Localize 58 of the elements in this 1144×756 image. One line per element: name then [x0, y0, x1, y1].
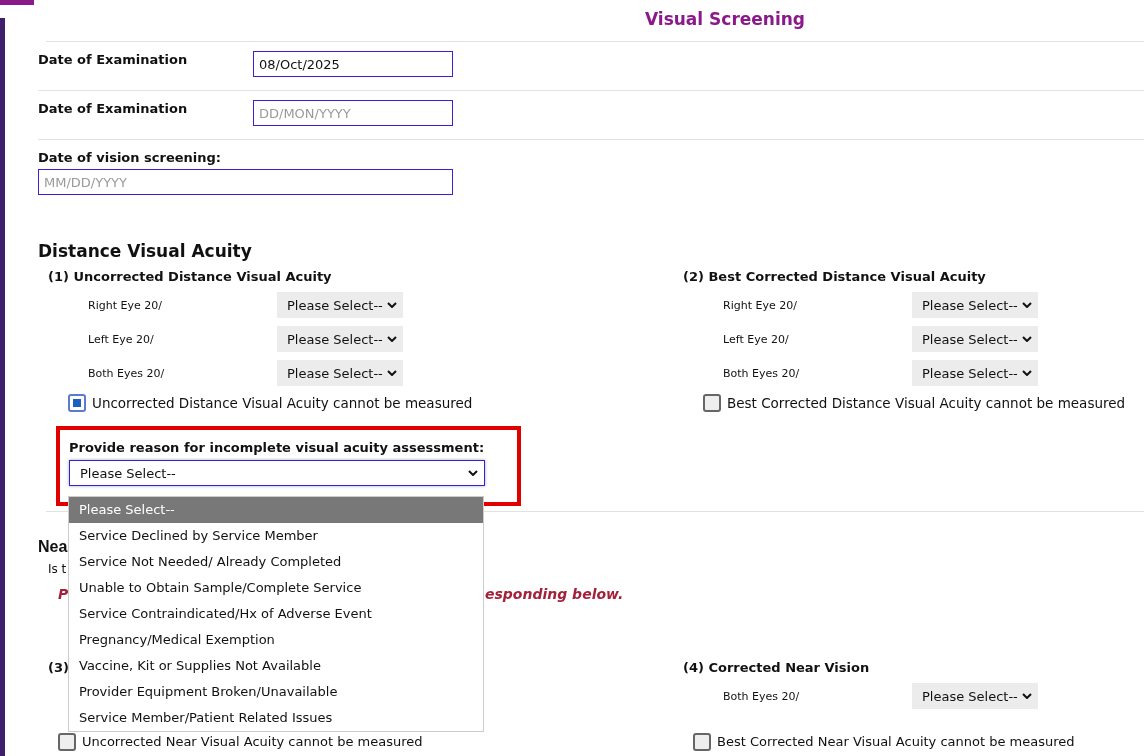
field-label: Date of vision screening:: [38, 150, 223, 165]
dropdown[interactable]: Please Select--: [277, 292, 403, 318]
dropdown-option[interactable]: Pregnancy/Medical Exemption: [69, 627, 483, 653]
dropdown[interactable]: Please Select--: [912, 683, 1038, 709]
checkbox[interactable]: [58, 733, 76, 751]
chevron-icon: [387, 370, 397, 376]
field-label: Date of Examination: [38, 100, 189, 118]
chevron-icon: [1022, 336, 1032, 342]
checkbox[interactable]: [703, 394, 721, 412]
section-subtitle: (2) Best Corrected Distance Visual Acuity: [683, 269, 986, 284]
chevron-icon: [468, 470, 478, 476]
checkbox[interactable]: [68, 394, 86, 412]
field-label: Right Eye 20/: [722, 298, 798, 312]
field-label: Both Eyes 20/: [722, 689, 801, 703]
date-field[interactable]: MM/DD/YYYY: [38, 169, 453, 195]
checkbox-label: Best Corrected Distance Visual Acuity cannot be measured: [727, 395, 1126, 411]
chevron-icon: [1022, 693, 1032, 699]
dropdown-option[interactable]: Service Declined by Service Member: [69, 523, 483, 549]
question-text: Is t: [48, 562, 67, 576]
checkbox-label: Uncorrected Near Visual Acuity cannot be measured: [82, 734, 423, 750]
page-title: Visual Screening: [46, 5, 1144, 42]
dropdown-option[interactable]: Provider Equipment Broken/Unavailable: [69, 679, 483, 705]
field-label: Both Eyes 20/: [87, 366, 166, 380]
checkbox[interactable]: [693, 733, 711, 751]
instruction-text: P: [58, 586, 69, 602]
checkbox-label: Best Corrected Near Visual Acuity cannot be measured: [717, 734, 1075, 750]
field-label: Provide reason for incomplete visual acuity assessment:: [69, 440, 486, 455]
chevron-icon: [1022, 302, 1032, 308]
dropdown-option[interactable]: Service Contraindicated/Hx of Adverse Event: [69, 601, 483, 627]
dropdown[interactable]: Please Select--: [912, 360, 1038, 386]
section-heading: Nea: [38, 538, 68, 556]
field-label: Left Eye 20/: [722, 332, 790, 346]
section-subtitle: (4) Corrected Near Vision: [683, 660, 870, 675]
dropdown[interactable]: Please Select--: [912, 292, 1038, 318]
field-label: Left Eye 20/: [87, 332, 155, 346]
dropdown[interactable]: Please Select--: [277, 326, 403, 352]
dropdown-option[interactable]: Please Select--: [69, 497, 483, 523]
instruction-text: esponding below.: [485, 586, 624, 602]
date-field[interactable]: DD/MON/YYYY: [253, 100, 453, 126]
dropdown-option[interactable]: Unable to Obtain Sample/Complete Service: [69, 575, 483, 601]
chevron-icon: [387, 336, 397, 342]
tab-marker: [0, 0, 34, 5]
chevron-icon: [387, 302, 397, 308]
dropdown[interactable]: Please Select--: [69, 460, 485, 486]
dropdown-option[interactable]: Service Not Needed/ Already Completed: [69, 549, 483, 575]
dropdown[interactable]: Please Select--: [277, 360, 403, 386]
checkbox-label: Uncorrected Distance Visual Acuity cannot be measured: [92, 395, 473, 411]
chevron-icon: [1022, 370, 1032, 376]
field-label: Right Eye 20/: [87, 298, 163, 312]
dropdown-option[interactable]: Service Member/Patient Related Issues: [69, 705, 483, 731]
date-field[interactable]: 08/Oct/2025: [253, 51, 453, 77]
dropdown[interactable]: Please Select--: [912, 326, 1038, 352]
field-label: Date of Examination: [38, 51, 189, 69]
section-heading: Distance Visual Acuity: [38, 241, 253, 261]
dropdown-option[interactable]: Vaccine, Kit or Supplies Not Available: [69, 653, 483, 679]
section-subtitle: (1) Uncorrected Distance Visual Acuity: [48, 269, 332, 284]
field-label: Both Eyes 20/: [722, 366, 801, 380]
section-subtitle: (3): [48, 660, 69, 675]
